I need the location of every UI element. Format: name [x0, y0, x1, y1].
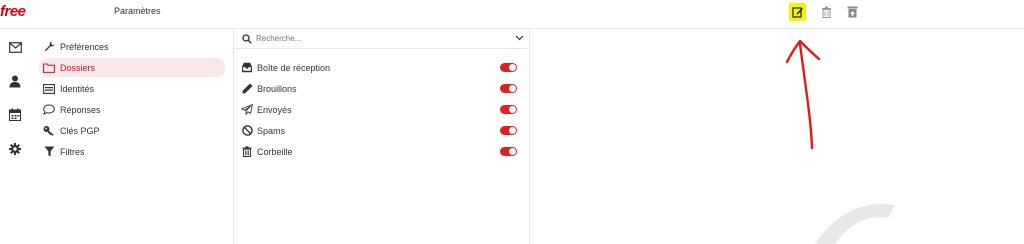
rail-mail[interactable] — [8, 40, 22, 54]
key-icon — [43, 125, 55, 137]
folder-search-bar — [234, 29, 529, 49]
subscribe-toggle[interactable] — [500, 63, 517, 72]
free-logo[interactable]: free — [0, 3, 26, 20]
menu-item-label: Filtres — [60, 146, 85, 157]
folder-row-spam[interactable]: Spams — [234, 121, 529, 140]
compose-icon — [791, 7, 803, 18]
menu-item-preferences[interactable]: Préférences — [39, 37, 225, 56]
trash-icon — [241, 146, 253, 158]
id-card-icon — [43, 83, 55, 95]
app-rail — [0, 29, 38, 244]
folder-label: Boîte de réception — [257, 62, 331, 73]
folder-icon — [43, 62, 55, 74]
folder-row-inbox[interactable]: Boîte de réception — [234, 58, 529, 77]
mail-icon — [8, 41, 22, 53]
folder-row-trash[interactable]: Corbeille — [234, 142, 529, 161]
rail-settings[interactable] — [8, 142, 22, 156]
archive-icon — [847, 6, 857, 18]
folder-row-drafts[interactable]: Brouillons — [234, 79, 529, 98]
rail-calendar[interactable] — [8, 107, 22, 121]
comment-icon — [43, 104, 55, 116]
filter-icon — [43, 146, 55, 158]
menu-item-filters[interactable]: Filtres — [39, 142, 225, 161]
delete-button[interactable] — [818, 4, 834, 20]
pencil-icon — [241, 83, 253, 95]
menu-item-label: Dossiers — [60, 62, 96, 73]
trash-icon — [821, 6, 831, 18]
subscribe-toggle[interactable] — [500, 126, 517, 135]
menu-item-identities[interactable]: Identités — [39, 79, 225, 98]
subscribe-toggle[interactable] — [500, 147, 517, 156]
folder-label: Spams — [257, 125, 286, 136]
header-bar: free Paramètres — [0, 0, 1024, 29]
compose-button[interactable] — [789, 3, 806, 21]
menu-item-label: Préférences — [60, 41, 109, 52]
inbox-icon — [241, 62, 253, 74]
ban-icon — [241, 125, 253, 137]
menu-item-folders[interactable]: Dossiers — [39, 58, 225, 77]
page-title: Paramètres — [114, 6, 161, 16]
rail-contacts[interactable] — [8, 74, 22, 88]
archive-button[interactable] — [844, 4, 860, 20]
gear-icon — [9, 143, 21, 155]
subscribe-toggle[interactable] — [500, 105, 517, 114]
folder-label: Envoyés — [257, 104, 292, 115]
wrench-icon — [43, 41, 55, 53]
folder-search-input[interactable] — [256, 34, 496, 43]
menu-item-responses[interactable]: Réponses — [39, 100, 225, 119]
subscribe-toggle[interactable] — [500, 84, 517, 93]
folder-label: Brouillons — [257, 83, 297, 94]
user-icon — [9, 75, 21, 87]
paper-plane-icon — [241, 104, 253, 116]
settings-menu: Préférences Dossiers Identités Réponses … — [37, 29, 234, 244]
menu-item-label: Identités — [60, 83, 95, 94]
menu-item-pgp-keys[interactable]: Clés PGP — [39, 121, 225, 140]
search-icon — [242, 33, 252, 44]
chevron-down-icon[interactable] — [515, 33, 524, 42]
folder-row-sent[interactable]: Envoyés — [234, 100, 529, 119]
folder-label: Corbeille — [257, 146, 293, 157]
menu-item-label: Réponses — [60, 104, 101, 115]
folder-list-pane: Boîte de réception Brouillons Envoyés Sp… — [234, 29, 530, 244]
calendar-icon — [9, 108, 21, 121]
menu-item-label: Clés PGP — [60, 125, 100, 136]
